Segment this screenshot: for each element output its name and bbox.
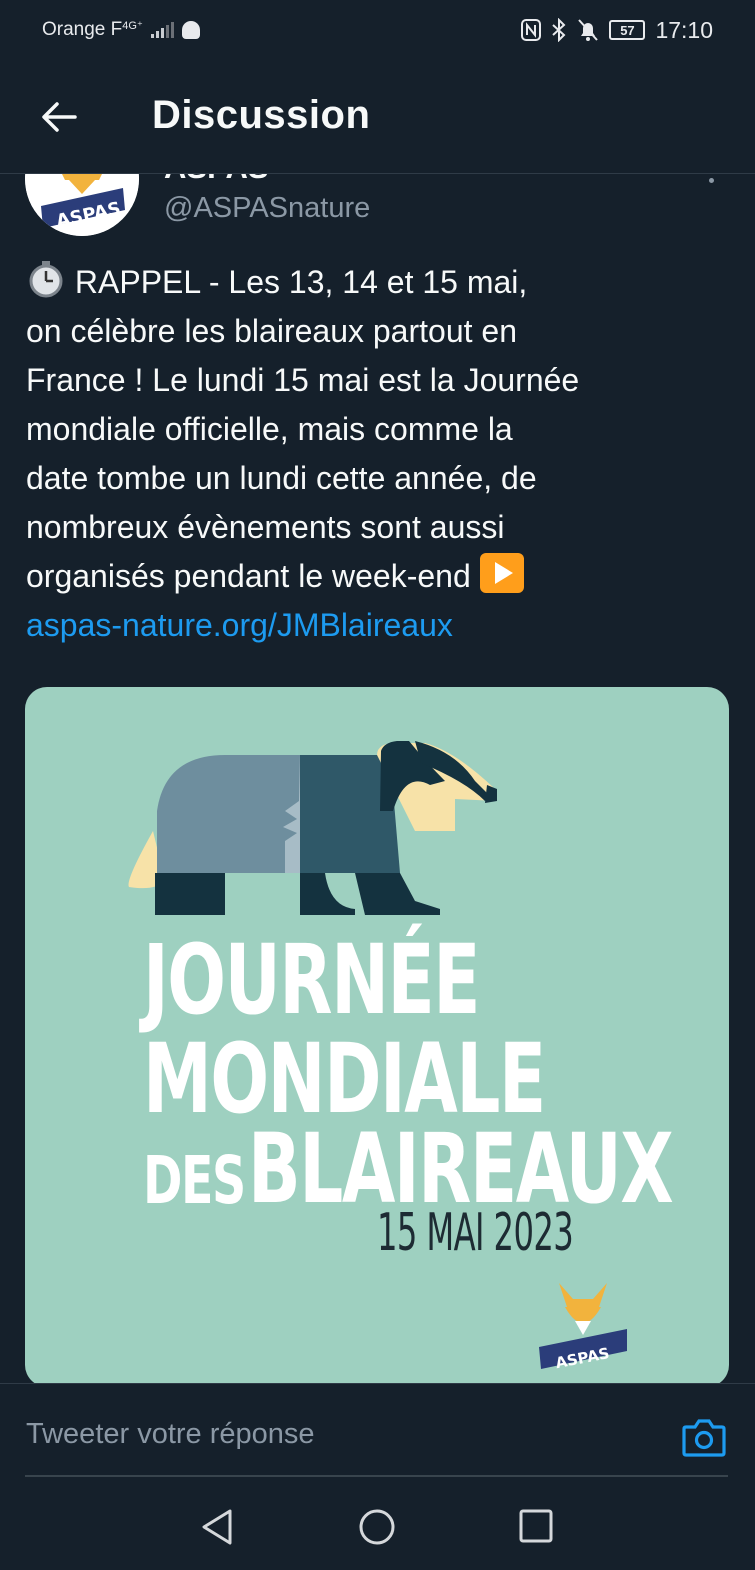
page-title: Discussion — [152, 93, 371, 137]
aspas-logo-icon: ASPAS — [539, 1283, 627, 1372]
avatar[interactable]: ASPAS — [25, 174, 139, 236]
poster-line-1: JOURNÉE — [143, 924, 480, 1036]
play-button-icon — [479, 553, 524, 593]
tweet-line-1: RAPPEL - Les 13, 14 et 15 mai, — [26, 258, 726, 307]
nfc-icon — [521, 19, 542, 41]
header: Discussion — [0, 60, 755, 174]
tweet-line-4: mondiale officielle, mais comme la — [26, 411, 513, 447]
tweet-line-7: organisés pendant le week-end — [26, 552, 726, 601]
battery-icon: 57 — [609, 20, 646, 40]
snapchat-icon — [181, 21, 200, 39]
status-left: Orange F 4G⁺ — [42, 19, 200, 41]
status-bar: Orange F 4G⁺ 57 17:10 — [0, 0, 755, 60]
tweet-line-5: date tombe un lundi cette année, de — [26, 460, 537, 496]
tweet-line-text-1: RAPPEL - Les 13, 14 et 15 mai, — [74, 264, 528, 300]
home-circle-icon[interactable] — [357, 1507, 397, 1547]
tweet-media-image[interactable]: JOURNÉE MONDIALE DES BLAIREAUX 15 MAI 20… — [25, 687, 729, 1387]
system-nav-bar — [0, 1477, 755, 1570]
poster-line-3-prefix: DES — [143, 1142, 246, 1219]
tweet-text: RAPPEL - Les 13, 14 et 15 mai, on célèbr… — [26, 258, 726, 650]
tweet-author: ASPAS ASPAS @ASPASnature — [0, 174, 755, 254]
bluetooth-icon — [552, 18, 566, 42]
back-triangle-icon[interactable] — [198, 1507, 238, 1547]
signal-icon — [150, 22, 174, 38]
tweet-link[interactable]: aspas-nature.org/JMBlaireaux — [26, 601, 726, 650]
tweet-line-3: France ! Le lundi 15 mai est la Journée — [26, 362, 580, 398]
badger-illustration-icon — [128, 741, 497, 915]
tweet-line-text-7: organisés pendant le week-end — [26, 558, 471, 594]
more-options-icon[interactable] — [709, 178, 714, 183]
tweet-line-6: nombreux évènements sont aussi — [26, 509, 505, 545]
camera-icon[interactable] — [682, 1417, 726, 1457]
poster-date: 15 MAI 2023 — [377, 1203, 574, 1263]
reply-bar — [0, 1383, 755, 1477]
fox-logo-icon: ASPAS — [25, 174, 139, 236]
arrow-left-icon — [42, 102, 77, 132]
tweet-line-2: on célèbre les blaireaux partout en — [26, 313, 517, 349]
recents-square-icon[interactable] — [517, 1507, 557, 1547]
alarm-clock-icon — [29, 261, 63, 298]
back-button[interactable] — [38, 96, 80, 138]
author-handle[interactable]: @ASPASnature — [164, 192, 370, 225]
battery-level: 57 — [620, 22, 635, 38]
carrier-label: Orange F — [42, 19, 123, 40]
status-right: 57 17:10 — [521, 17, 713, 44]
author-name[interactable]: ASPAS — [164, 174, 269, 186]
clock: 17:10 — [655, 16, 713, 43]
bell-muted-icon — [578, 19, 599, 41]
reply-input[interactable] — [26, 1418, 646, 1451]
network-type: 4G⁺ — [122, 19, 143, 32]
